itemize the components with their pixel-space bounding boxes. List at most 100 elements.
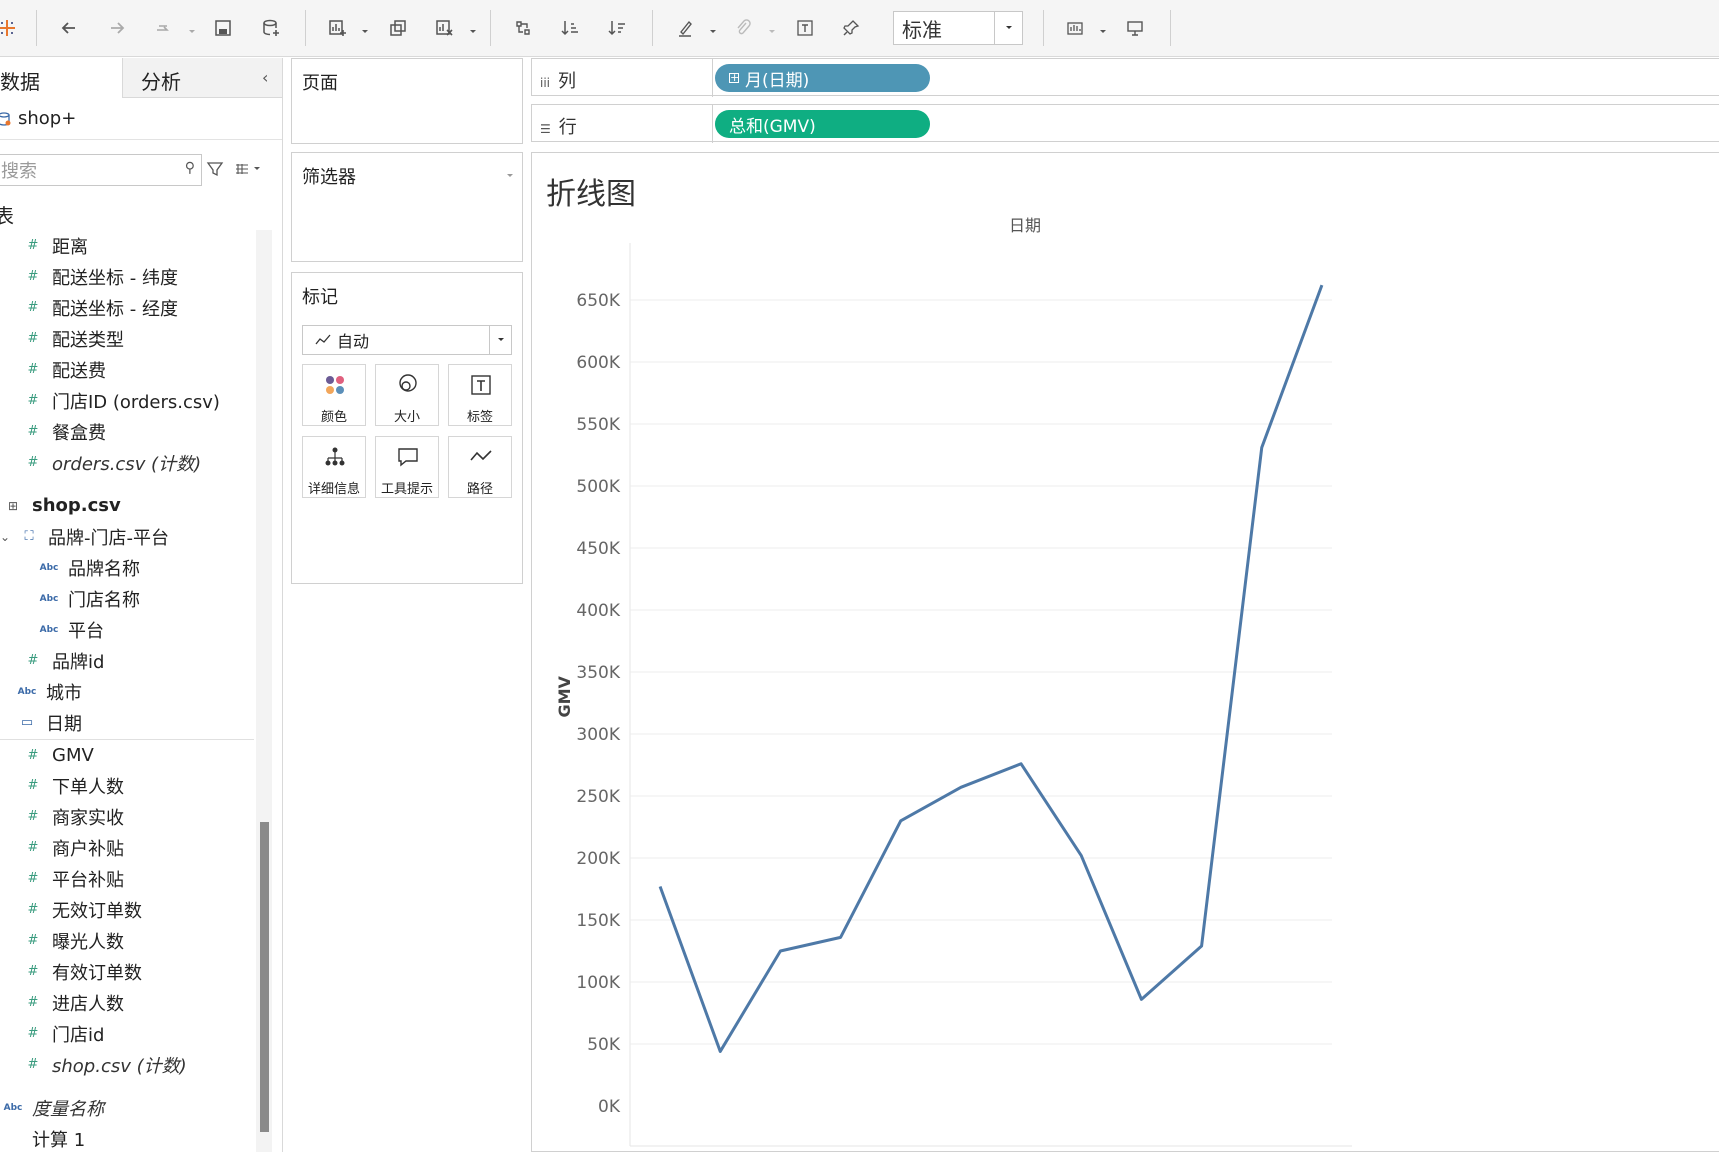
tooltip-button[interactable]: 工具提示 [375,436,439,498]
field-label: 下单人数 [52,776,124,798]
mark-type-value: 自动 [337,332,370,351]
field-item[interactable]: ⌄ ⛶ 品牌-门店-平台 [0,521,254,552]
data-point [1260,446,1264,450]
columns-label-text: 列 [558,71,577,92]
toolbar: 标准 [0,0,1719,57]
field-item[interactable]: # 配送类型 [0,323,254,354]
field-item[interactable]: Abc 城市 [0,676,254,707]
chevron-down-icon[interactable] [1098,22,1108,33]
tableau-logo-icon[interactable] [0,12,24,44]
field-item[interactable]: # 商家实收 [0,801,254,832]
field-item[interactable]: # 平台补贴 [0,863,254,894]
new-worksheet-icon[interactable] [320,12,354,44]
datasource-item[interactable]: shop+ [0,98,282,140]
field-item[interactable]: # 有效订单数 [0,956,254,987]
search-icon: ⚲ [184,160,195,176]
field-item[interactable]: # 商户补贴 [0,832,254,863]
field-item[interactable]: 计算 1 [0,1123,254,1152]
fit-mode-value: 标准 [902,17,942,42]
replay-icon[interactable] [146,12,180,44]
path-button[interactable]: 路径 [448,436,512,498]
presentation-mode-icon[interactable] [1118,12,1152,44]
marks-title: 标记 [302,287,338,308]
save-icon[interactable] [206,12,240,44]
chevron-down-icon[interactable] [767,22,777,33]
rows-pill[interactable]: 总和(GMV) [715,110,930,138]
redo-icon[interactable] [100,12,134,44]
fit-mode-select[interactable]: 标准 [893,11,1023,45]
filter-icon[interactable] [206,160,224,178]
field-item[interactable]: # 距离 [0,230,254,261]
highlight-icon[interactable] [668,12,702,44]
field-item[interactable]: # GMV [0,739,254,770]
duplicate-sheet-icon[interactable] [381,12,415,44]
scrollbar-thumb[interactable] [260,822,269,1132]
chevron-down-icon[interactable] [506,173,514,179]
chevron-down-icon[interactable] [187,22,197,33]
field-label: 距离 [52,236,88,258]
collapse-pane-icon[interactable]: ‹ [262,68,268,87]
chevron-down-icon[interactable] [468,22,478,33]
field-item[interactable]: # 餐盒费 [0,416,254,447]
size-button[interactable]: 大小 [375,364,439,426]
field-item[interactable]: # 曝光人数 [0,925,254,956]
number-icon: # [27,393,39,408]
y-tick-label: 650K [576,291,620,311]
filters-card[interactable]: 筛选器 [291,152,523,262]
marks-card: 标记 自动 颜色 大小 标签 详细信息 工具提示 路径 [291,272,523,584]
field-item[interactable]: # 品牌id [0,645,254,676]
number-icon: # [27,933,39,948]
new-datasource-icon[interactable] [254,12,288,44]
chevron-down-icon[interactable]: ⌄ [0,530,14,544]
chevron-down-icon[interactable] [708,22,718,33]
field-item[interactable]: # 门店id [0,1018,254,1049]
field-item[interactable]: Abc 平台 [0,614,254,645]
group-paperclip-icon[interactable] [726,12,760,44]
field-item[interactable]: Abc 品牌名称 [0,552,254,583]
y-tick-label: 100K [576,973,620,993]
detail-button[interactable]: 详细信息 [302,436,366,498]
field-item[interactable]: ▭ 日期 [0,707,254,738]
color-button[interactable]: 颜色 [302,364,366,426]
field-item[interactable]: # 配送坐标 - 纬度 [0,261,254,292]
field-item[interactable]: # 门店ID (orders.csv) [0,385,254,416]
tab-analysis[interactable]: 分析 [123,58,282,98]
field-item[interactable]: # 配送费 [0,354,254,385]
y-tick-label: 200K [576,849,620,869]
field-label: shop.csv (计数) [52,1055,187,1077]
mark-type-select[interactable]: 自动 [302,325,512,355]
text-type-icon: Abc [39,562,59,573]
search-input[interactable]: 搜索 ⚲ [0,154,202,186]
view-list-icon[interactable] [234,160,264,178]
swap-rows-columns-icon[interactable] [506,12,540,44]
size-label: 大小 [393,410,420,425]
field-item[interactable]: # 配送坐标 - 经度 [0,292,254,323]
show-labels-icon[interactable] [788,12,822,44]
field-item[interactable]: # 进店人数 [0,987,254,1018]
rows-shelf[interactable]: ☰ 行 总和(GMV) [531,104,1719,143]
chevron-down-icon[interactable] [360,22,370,33]
field-item[interactable]: # orders.csv (计数) [0,447,254,478]
pin-icon[interactable] [834,12,868,44]
sort-descending-icon[interactable] [600,12,634,44]
text-type-icon: Abc [39,624,59,635]
sort-ascending-icon[interactable] [553,12,587,44]
field-item[interactable]: Abc 度量名称 [0,1092,254,1123]
columns-icon: iii [540,76,551,90]
clear-sheet-icon[interactable] [427,12,461,44]
show-cards-icon[interactable] [1058,12,1092,44]
field-item[interactable]: # 下单人数 [0,770,254,801]
label-button[interactable]: 标签 [448,364,512,426]
undo-icon[interactable] [52,12,86,44]
filters-title: 筛选器 [302,167,356,188]
field-item[interactable]: Abc 门店名称 [0,583,254,614]
y-tick-label: 0K [598,1097,621,1117]
field-item[interactable]: # 无效订单数 [0,894,254,925]
number-icon: # [27,424,39,439]
columns-shelf[interactable]: iii 列 + 月(日期) [531,58,1719,97]
columns-pill[interactable]: + 月(日期) [715,64,930,92]
field-item[interactable]: ⊞ shop.csv [0,490,254,521]
field-item[interactable]: # shop.csv (计数) [0,1049,254,1080]
pages-card[interactable]: 页面 [291,58,523,144]
tab-data[interactable]: 数据 [0,58,123,98]
